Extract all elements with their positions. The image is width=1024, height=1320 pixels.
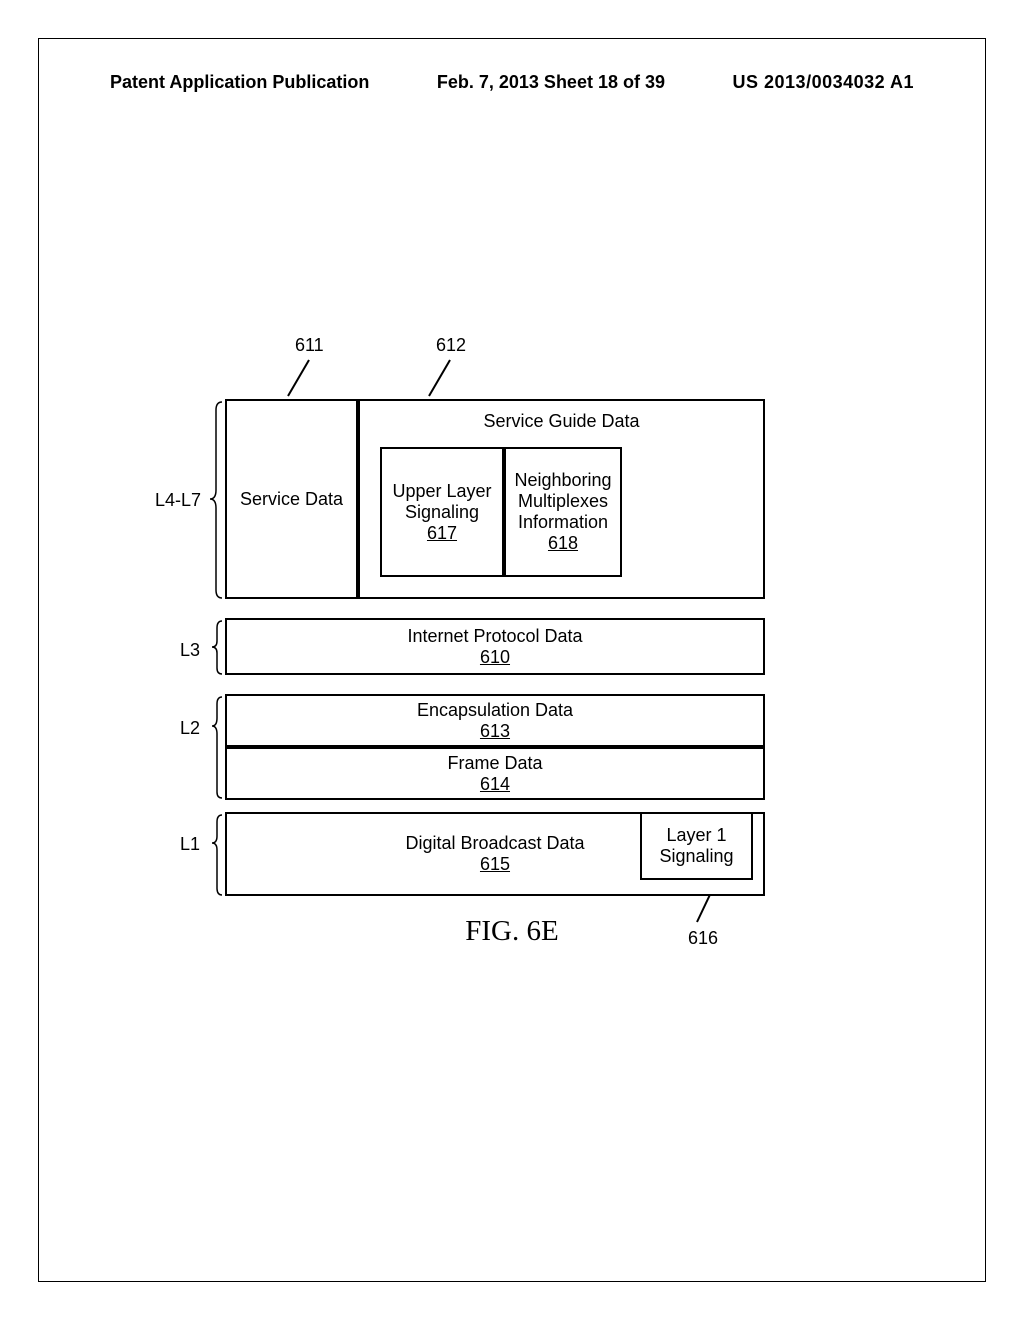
ref-611: 611 <box>295 335 324 356</box>
service-data-label: Service Data <box>240 489 343 510</box>
block-frame-data: Frame Data 614 <box>225 747 765 800</box>
page-header: Patent Application Publication Feb. 7, 2… <box>110 72 914 93</box>
ref-610: 610 <box>480 647 510 668</box>
header-right: US 2013/0034032 A1 <box>733 72 914 93</box>
header-center: Feb. 7, 2013 Sheet 18 of 39 <box>437 72 665 93</box>
block-service-data: Service Data <box>225 399 358 599</box>
block-ip-data: Internet Protocol Data 610 <box>225 618 765 675</box>
block-layer1-signaling: Layer 1 Signaling <box>640 812 753 880</box>
neighboring-label: Neighboring Multiplexes Information <box>506 470 620 533</box>
digital-broadcast-label: Digital Broadcast Data <box>405 833 584 854</box>
label-l4-l7: L4-L7 <box>155 490 201 511</box>
ref-614: 614 <box>480 774 510 795</box>
ref-615: 615 <box>480 854 510 875</box>
layer1-sig-label: Layer 1 Signaling <box>642 825 751 867</box>
block-upper-layer-signaling: Upper Layer Signaling 617 <box>380 447 504 577</box>
block-neighboring-info: Neighboring Multiplexes Information 618 <box>504 447 622 577</box>
label-l1: L1 <box>180 834 200 855</box>
ip-data-label: Internet Protocol Data <box>407 626 582 647</box>
label-l2: L2 <box>180 718 200 739</box>
ref-612: 612 <box>436 335 466 356</box>
label-l3: L3 <box>180 640 200 661</box>
figure-caption: FIG. 6E <box>0 915 1024 948</box>
upper-layer-label: Upper Layer Signaling <box>382 481 502 523</box>
header-left: Patent Application Publication <box>110 72 369 93</box>
encap-label: Encapsulation Data <box>417 700 573 721</box>
ref-617: 617 <box>427 523 457 544</box>
frame-label: Frame Data <box>447 753 542 774</box>
ref-613: 613 <box>480 721 510 742</box>
ref-618: 618 <box>548 533 578 554</box>
service-guide-label: Service Guide Data <box>360 411 763 432</box>
block-encapsulation-data: Encapsulation Data 613 <box>225 694 765 747</box>
